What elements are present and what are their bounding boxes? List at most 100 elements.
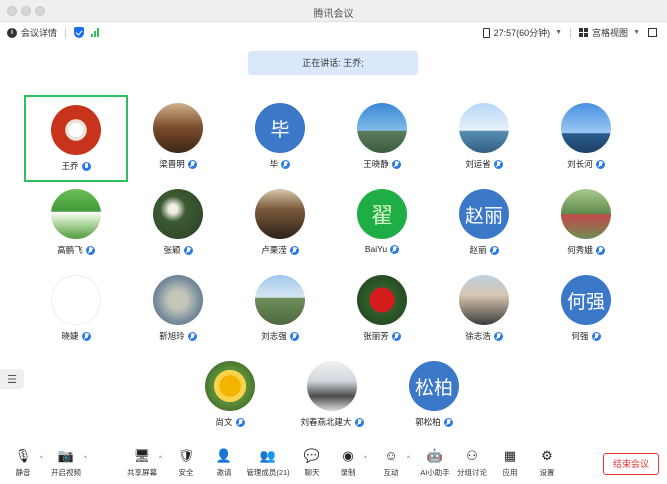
view-mode-selector[interactable]: 宫格视图 xyxy=(592,26,628,39)
participant-name-row: 何强 xyxy=(534,330,638,342)
participant-tile[interactable]: 张丽芳 xyxy=(330,267,434,354)
microphone-muted-icon xyxy=(443,417,453,427)
participant-name-row: 何秀娥 xyxy=(534,244,638,256)
participant-tile[interactable]: 徐志浩 xyxy=(432,267,536,354)
speaking-banner: 正在讲话: 王乔; xyxy=(248,51,418,75)
avatar xyxy=(561,103,611,153)
share-screen-button[interactable]: 🖥 共享屏幕 xyxy=(122,448,162,478)
side-panel-toggle[interactable]: ☰ xyxy=(0,369,24,389)
participant-tile[interactable]: 刘春燕北建大 xyxy=(280,353,384,440)
settings-button[interactable]: ⚙ 设置 xyxy=(527,448,567,478)
participant-tile[interactable]: 赵丽 赵丽 xyxy=(432,181,536,268)
microphone-muted-icon xyxy=(595,159,605,169)
avatar xyxy=(153,275,203,325)
participant-name: 靳旭玲 xyxy=(159,331,185,341)
reaction-options-caret[interactable]: ^ xyxy=(407,456,410,462)
participant-tile[interactable]: 梁晋明 xyxy=(126,95,230,182)
participant-tile[interactable]: 何强 何强 xyxy=(534,267,638,354)
participant-tile[interactable]: 王乔 xyxy=(24,95,128,182)
participant-tile[interactable]: 毕毕 xyxy=(228,95,332,182)
participant-name: 刘长河 xyxy=(567,159,593,169)
participant-tile[interactable]: 刘长河 xyxy=(534,95,638,182)
breakout-button[interactable]: ⚇ 分组讨论 xyxy=(452,448,492,478)
participant-tile[interactable]: 尚文 xyxy=(178,353,282,440)
participant-name: BaiYu xyxy=(364,244,388,254)
avatar xyxy=(459,275,509,325)
shield-icon[interactable] xyxy=(74,27,85,38)
participant-name-row: 刘长河 xyxy=(534,158,638,170)
participant-tile[interactable]: 王晓静 xyxy=(330,95,434,182)
participant-tile[interactable]: 刘运省 xyxy=(432,95,536,182)
participant-tile[interactable]: 靳旭玲 xyxy=(126,267,230,354)
gear-icon: ⚙ xyxy=(541,448,553,463)
end-meeting-button[interactable]: 结束会议 xyxy=(603,453,659,475)
microphone-icon xyxy=(81,161,91,171)
chat-icon: 💬 xyxy=(303,448,321,463)
share-options-caret[interactable]: ^ xyxy=(159,456,162,462)
participant-tile[interactable]: 刘志强 xyxy=(228,267,332,354)
microphone-muted-icon xyxy=(187,159,197,169)
avatar xyxy=(51,105,101,155)
participant-tile[interactable]: 松柏 郭松柏 xyxy=(382,353,486,440)
participant-name: 刘运省 xyxy=(465,159,491,169)
participant-tile[interactable]: 卢栗滢 xyxy=(228,181,332,268)
hourglass-icon xyxy=(482,27,490,38)
participant-tile[interactable]: 晓婕 xyxy=(24,267,128,354)
participant-tile[interactable]: 高鹏飞 xyxy=(24,181,128,268)
avatar xyxy=(153,103,203,153)
microphone-muted-icon xyxy=(595,245,605,255)
meeting-timer[interactable]: 27:57(60分钟) xyxy=(494,26,551,39)
participant-tile[interactable]: 何秀娥 xyxy=(534,181,638,268)
participant-name-row: 刘志强 xyxy=(228,330,332,342)
reaction-button[interactable]: ☺ 互动 xyxy=(371,448,411,478)
title-bar: 腾讯会议 xyxy=(0,0,667,22)
video-button[interactable]: 📷 开启视频 xyxy=(46,448,86,478)
microphone-muted-icon xyxy=(289,245,299,255)
record-icon: ◉ xyxy=(342,448,354,463)
microphone-muted-icon xyxy=(281,159,291,169)
video-options-caret[interactable]: ^ xyxy=(84,456,87,462)
avatar xyxy=(51,275,101,325)
chevron-down-icon[interactable]: ▼ xyxy=(555,29,562,36)
participant-name-row: 梁晋明 xyxy=(126,158,230,170)
record-button[interactable]: ◉ 录制 xyxy=(328,448,368,478)
divider xyxy=(570,27,572,38)
microphone-icon: 🎙 xyxy=(14,448,32,463)
window-title: 腾讯会议 xyxy=(313,9,354,20)
chat-button[interactable]: 💬 聊天 xyxy=(292,448,332,478)
robot-icon: 🤖 xyxy=(426,448,444,463)
participant-name: 张丽芳 xyxy=(363,331,389,341)
participant-tile[interactable]: 翟 BaiYu xyxy=(330,181,434,268)
members-icon: 👥 xyxy=(259,448,277,463)
meeting-details-link[interactable]: 会议详情 xyxy=(21,26,57,39)
info-icon: i xyxy=(7,27,17,38)
participant-name: 尚文 xyxy=(215,417,233,427)
microphone-muted-icon xyxy=(289,331,299,341)
avatar: 何强 xyxy=(561,275,611,325)
mute-button[interactable]: 🎙 静音 xyxy=(3,448,43,478)
avatar: 毕 xyxy=(255,103,305,153)
meeting-toolbar: 🎙 静音 ^ 📷 开启视频 ^ 🖥 共享屏幕 ^ 🛡 安全 👤 邀请 👥 管理成… xyxy=(0,444,667,484)
avatar-text: 赵丽 xyxy=(464,204,503,227)
add-user-icon: 👤 xyxy=(215,448,233,463)
apps-button[interactable]: ▦ 应用 xyxy=(490,448,530,478)
record-options-caret[interactable]: ^ xyxy=(364,456,367,462)
avatar xyxy=(459,103,509,153)
avatar xyxy=(153,189,203,239)
invite-button[interactable]: 👤 邀请 xyxy=(204,448,244,478)
fullscreen-icon[interactable] xyxy=(648,28,657,37)
avatar xyxy=(357,103,407,153)
chevron-down-icon[interactable]: ▼ xyxy=(633,29,640,36)
signal-icon xyxy=(91,28,100,37)
mute-options-caret[interactable]: ^ xyxy=(40,456,43,462)
ai-assistant-button[interactable]: 🤖 AI小助手 xyxy=(415,448,455,478)
participant-name: 刘志强 xyxy=(261,331,287,341)
participant-name: 张颖 xyxy=(163,245,181,255)
manage-members-button[interactable]: 👥 管理成员(21) xyxy=(245,448,291,478)
security-button[interactable]: 🛡 安全 xyxy=(166,448,206,478)
participant-tile[interactable]: 张颖 xyxy=(126,181,230,268)
microphone-muted-icon xyxy=(235,417,245,427)
participant-name: 王晓静 xyxy=(363,159,389,169)
apps-icon: ▦ xyxy=(503,448,517,463)
microphone-muted-icon xyxy=(183,245,193,255)
